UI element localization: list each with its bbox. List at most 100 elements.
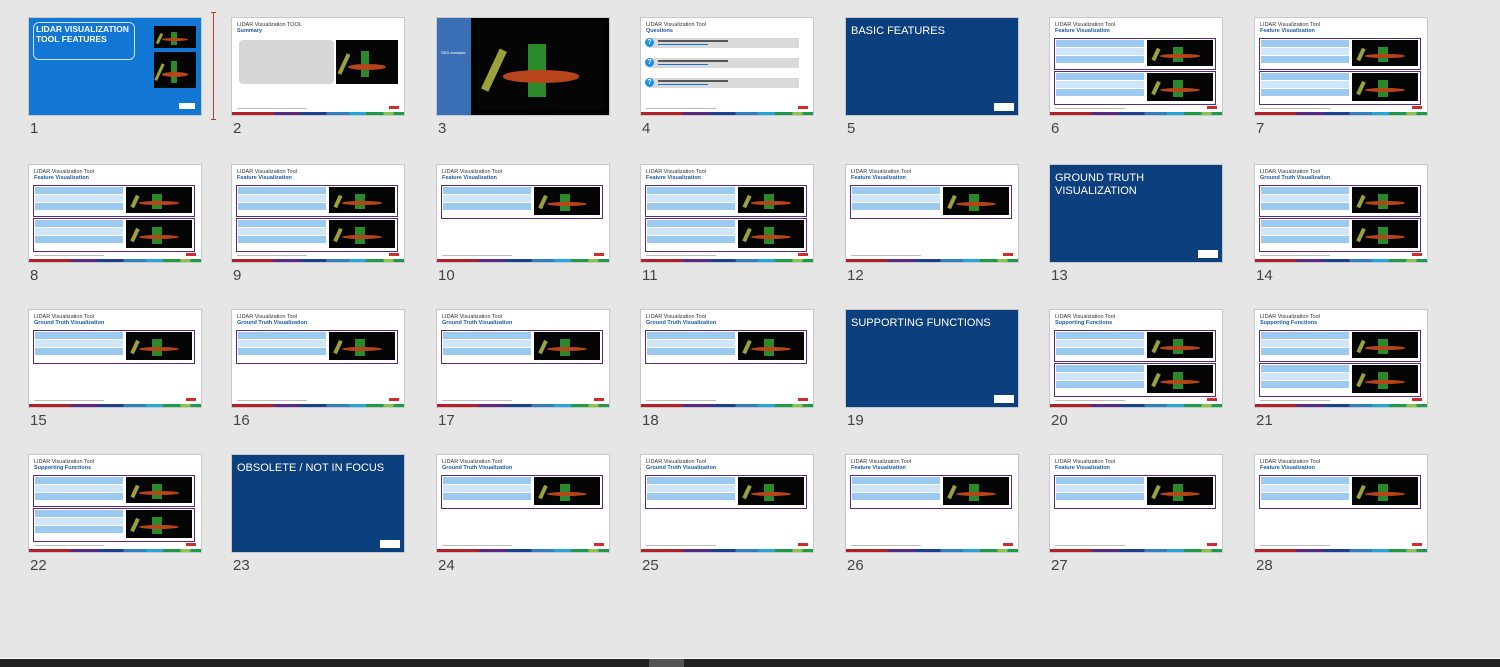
table-row bbox=[852, 485, 940, 492]
point-cloud-lane bbox=[1151, 47, 1161, 62]
point-cloud-ground bbox=[162, 71, 188, 77]
point-cloud-lane bbox=[1150, 485, 1161, 500]
table-row bbox=[1261, 48, 1349, 55]
slide-2[interactable]: LIDAR Visualization TOOL Summary bbox=[231, 17, 405, 116]
point-cloud-ground bbox=[342, 235, 382, 240]
slide-4[interactable]: LIDAR Visualization Tool Questions??? bbox=[640, 17, 814, 116]
slide-28[interactable]: LIDAR Visualization Tool Feature Visualiz… bbox=[1254, 454, 1428, 553]
table-row bbox=[238, 203, 326, 210]
slide-9[interactable]: LIDAR Visualization Tool Feature Visualiz… bbox=[231, 164, 405, 263]
footer-text bbox=[646, 108, 716, 109]
answer-text bbox=[658, 84, 708, 85]
point-cloud-lane bbox=[537, 485, 548, 500]
bosch-logo bbox=[798, 398, 808, 401]
lidar-image bbox=[1352, 73, 1418, 101]
slide-18[interactable]: LIDAR Visualization Tool Ground Truth Vis… bbox=[640, 309, 814, 408]
table-row bbox=[238, 195, 326, 202]
slide-number: 5 bbox=[847, 120, 856, 137]
table-row bbox=[1261, 332, 1349, 339]
feature-table bbox=[1259, 218, 1421, 252]
slide-25[interactable]: LIDAR Visualization Tool Ground Truth Vis… bbox=[640, 454, 814, 553]
slide-24[interactable]: LIDAR Visualization Tool Ground Truth Vis… bbox=[436, 454, 610, 553]
slide-11[interactable]: LIDAR Visualization Tool Feature Visualiz… bbox=[640, 164, 814, 263]
slide-10[interactable]: LIDAR Visualization Tool Feature Visualiz… bbox=[436, 164, 610, 263]
point-cloud-lane bbox=[337, 53, 351, 75]
slide-14[interactable]: LIDAR Visualization Tool Ground Truth Vis… bbox=[1254, 164, 1428, 263]
slide-12[interactable]: LIDAR Visualization Tool Feature Visualiz… bbox=[845, 164, 1019, 263]
slide-23[interactable]: OBSOLETE / NOT IN FOCUS bbox=[231, 454, 405, 553]
slide-number: 11 bbox=[642, 267, 658, 284]
color-bar bbox=[437, 404, 609, 407]
lidar-image bbox=[1147, 332, 1213, 358]
table-row bbox=[1056, 348, 1144, 355]
table-row bbox=[647, 228, 735, 235]
table-row bbox=[647, 493, 735, 500]
table-row bbox=[647, 236, 735, 243]
lidar-image bbox=[126, 477, 192, 503]
slide-17[interactable]: LIDAR Visualization Tool Ground Truth Vis… bbox=[436, 309, 610, 408]
feature-table bbox=[33, 218, 195, 252]
feature-table bbox=[1259, 38, 1421, 70]
table-row bbox=[1261, 89, 1349, 96]
feature-table bbox=[645, 185, 807, 217]
table-row bbox=[443, 493, 531, 500]
slide-26[interactable]: LIDAR Visualization Tool Feature Visualiz… bbox=[845, 454, 1019, 553]
slide-8[interactable]: LIDAR Visualization Tool Feature Visualiz… bbox=[28, 164, 202, 263]
slide-subtitle: Feature Visualization bbox=[442, 175, 497, 181]
slide-21[interactable]: LIDAR Visualization Tool Supporting Funct… bbox=[1254, 309, 1428, 408]
question-text bbox=[658, 40, 728, 42]
slide-3[interactable]: SED example bbox=[436, 17, 610, 116]
slide-5[interactable]: BASIC FEATURES bbox=[845, 17, 1019, 116]
slide-6[interactable]: LIDAR Visualization Tool Feature Visualiz… bbox=[1049, 17, 1223, 116]
point-cloud-ground bbox=[751, 235, 791, 240]
slide-22[interactable]: LIDAR Visualization Tool Supporting Funct… bbox=[28, 454, 202, 553]
slide-16[interactable]: LIDAR Visualization Tool Ground Truth Vis… bbox=[231, 309, 405, 408]
feature-table bbox=[1054, 363, 1216, 397]
slide-number: 6 bbox=[1051, 120, 1060, 137]
table-row bbox=[238, 236, 326, 243]
bosch-logo bbox=[798, 543, 808, 546]
feature-table bbox=[1054, 38, 1216, 70]
section-title: BASIC FEATURES bbox=[851, 25, 945, 37]
footer-text bbox=[442, 545, 512, 546]
bosch-logo bbox=[380, 540, 400, 548]
point-cloud-ground bbox=[1160, 380, 1200, 385]
slide-19[interactable]: SUPPORTING FUNCTIONS bbox=[845, 309, 1019, 408]
slide-subtitle: Feature Visualization bbox=[1260, 28, 1315, 34]
point-cloud-lane bbox=[333, 194, 343, 209]
table-row bbox=[647, 332, 735, 339]
slide-15[interactable]: LIDAR Visualization Tool Ground Truth Vis… bbox=[28, 309, 202, 408]
slide-subtitle: Feature Visualization bbox=[646, 175, 701, 181]
lidar-image bbox=[1147, 40, 1213, 66]
slide-13[interactable]: GROUND TRUTH VISUALIZATION bbox=[1049, 164, 1223, 263]
table-row bbox=[1261, 40, 1349, 47]
point-cloud-ground bbox=[1160, 346, 1200, 350]
slide-27[interactable]: LIDAR Visualization Tool Feature Visualiz… bbox=[1049, 454, 1223, 553]
point-cloud-lane bbox=[537, 340, 548, 355]
point-cloud-lane bbox=[129, 228, 140, 243]
table-row bbox=[35, 236, 123, 243]
point-cloud-lane bbox=[1355, 81, 1366, 96]
slide-number: 21 bbox=[1256, 412, 1273, 429]
lidar-image bbox=[1352, 332, 1418, 358]
slide-1[interactable]: LIDAR VISUALIZATION TOOL FEATURES bbox=[28, 17, 202, 116]
lidar-image bbox=[943, 477, 1009, 505]
insertion-marker bbox=[211, 12, 216, 120]
lidar-image bbox=[738, 332, 804, 360]
point-cloud-ground bbox=[502, 70, 580, 83]
slide-7[interactable]: LIDAR Visualization Tool Feature Visualiz… bbox=[1254, 17, 1428, 116]
point-cloud-ground bbox=[162, 38, 188, 42]
table-row bbox=[443, 203, 531, 210]
point-cloud-lane bbox=[332, 228, 343, 243]
color-bar bbox=[1255, 549, 1427, 552]
slide-20[interactable]: LIDAR Visualization Tool Supporting Funct… bbox=[1049, 309, 1223, 408]
table-row bbox=[852, 187, 940, 194]
slide-subtitle: Supporting Functions bbox=[1260, 320, 1318, 326]
feature-table bbox=[1054, 330, 1216, 362]
point-cloud-ground bbox=[139, 347, 179, 352]
point-cloud-lane bbox=[1151, 339, 1161, 354]
bosch-logo bbox=[1412, 106, 1422, 109]
slide-number: 10 bbox=[438, 267, 455, 284]
point-cloud-ground bbox=[1365, 88, 1405, 93]
footer-text bbox=[237, 255, 307, 256]
